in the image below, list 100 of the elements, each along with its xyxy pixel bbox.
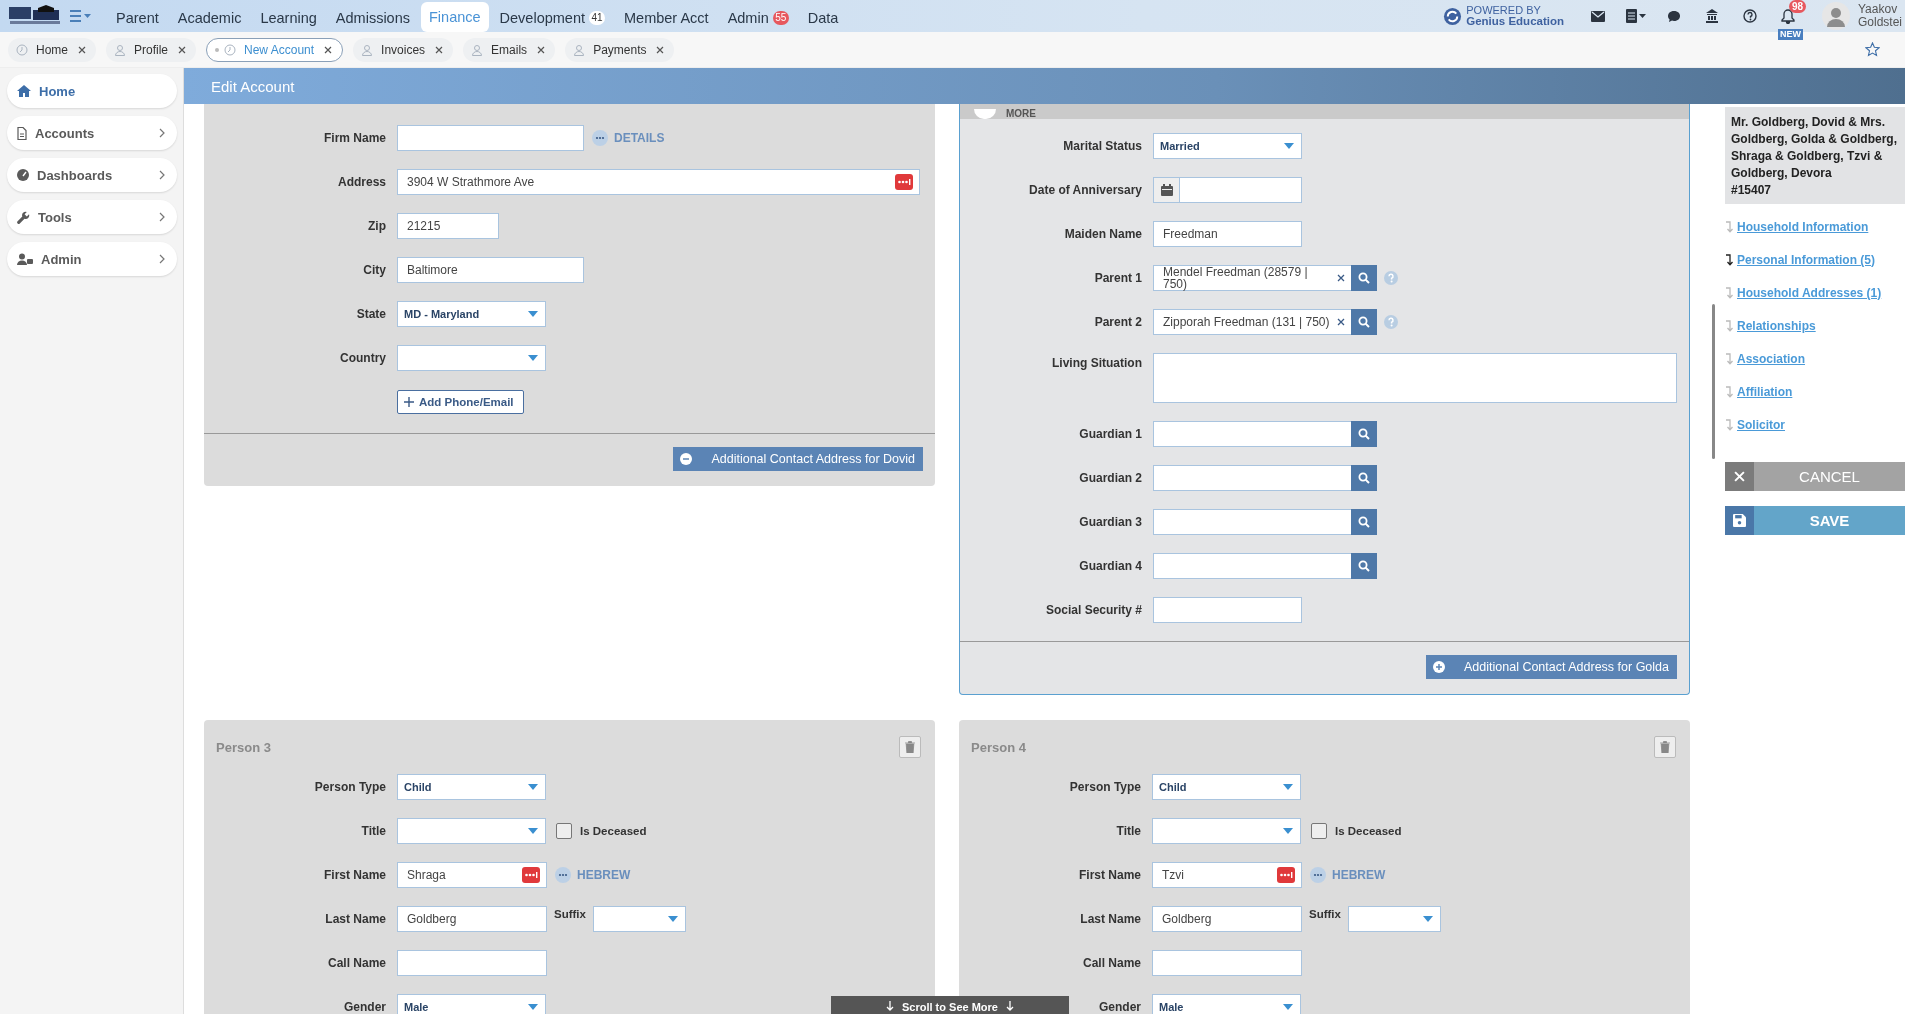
search-icon	[1358, 272, 1370, 284]
building-icon[interactable]	[1705, 9, 1719, 23]
close-icon[interactable]	[656, 45, 665, 54]
sidebar-item[interactable]: Accounts	[7, 116, 177, 150]
search-icon	[1358, 316, 1370, 328]
dropdown[interactable]: Male	[397, 994, 546, 1014]
document-menu-icon[interactable]	[1625, 9, 1647, 23]
field-label: Guardian 2	[1078, 471, 1142, 485]
close-icon[interactable]	[435, 45, 444, 54]
lookup-field[interactable]: Zipporah Freedman (131 | 750)	[1153, 309, 1351, 335]
search-button[interactable]	[1351, 465, 1377, 491]
date-field[interactable]	[1153, 177, 1302, 203]
dropdown[interactable]: Child	[1152, 774, 1301, 800]
person-icon	[361, 43, 374, 56]
dropdown[interactable]: MD - Maryland	[397, 301, 546, 327]
caret-icon	[528, 311, 538, 317]
checkbox[interactable]	[1311, 823, 1327, 839]
bell-icon[interactable]	[1781, 8, 1795, 24]
open-tab[interactable]: Emails	[463, 37, 556, 62]
lookup-field[interactable]: Mendel Freedman (28579 | 750)	[1153, 265, 1351, 291]
more-toggle[interactable]: MORE	[1006, 108, 1036, 119]
open-tab[interactable]: Home	[8, 37, 96, 62]
person-title: Person 4	[971, 739, 1026, 755]
field-label: Parent 2	[1093, 315, 1142, 329]
text-field[interactable]	[1153, 597, 1302, 623]
nav-tab[interactable]: Academic	[169, 4, 250, 32]
delete-button[interactable]	[899, 736, 921, 758]
scroll-hint[interactable]: Scroll to See More	[831, 996, 1069, 1014]
count-badge: 41	[589, 11, 605, 25]
search-button[interactable]	[1351, 265, 1377, 291]
additional-address-button[interactable]: Additional Contact Address for Golda	[1426, 655, 1677, 679]
text-field[interactable]	[1152, 950, 1302, 976]
lookup-field[interactable]	[1153, 421, 1351, 447]
close-icon[interactable]	[78, 45, 86, 54]
address-field[interactable]: 3904 W Strathmore Ave	[397, 169, 920, 195]
search-button[interactable]	[1351, 509, 1377, 535]
field-label: State	[355, 307, 386, 321]
sidebar-item[interactable]: Home	[7, 74, 177, 108]
user-name[interactable]: Yaakov Goldstei	[1858, 3, 1905, 29]
add-phone-email-button[interactable]: Add Phone/Email	[397, 390, 524, 414]
dropdown[interactable]: Child	[397, 774, 546, 800]
more-options-icon[interactable]	[1277, 867, 1295, 883]
open-tab[interactable]: Payments	[565, 37, 675, 62]
search-button[interactable]	[1351, 309, 1377, 335]
trash-icon	[1660, 741, 1670, 753]
open-tab[interactable]: New Account	[206, 37, 344, 62]
search-icon	[1358, 516, 1370, 528]
text-field[interactable]: Goldberg	[397, 906, 547, 932]
text-field[interactable]: 21215	[397, 213, 499, 239]
calendar-icon[interactable]	[1160, 184, 1173, 196]
delete-button[interactable]	[1654, 736, 1676, 758]
nav-tab[interactable]: Admissions	[327, 4, 418, 32]
nav-tab[interactable]: Parent	[108, 4, 167, 32]
text-field[interactable]: Freedman	[1153, 221, 1302, 247]
nav-tab[interactable]: Learning	[252, 4, 325, 32]
sidebar-item[interactable]: Dashboards	[7, 158, 177, 192]
lookup-field[interactable]	[1153, 465, 1351, 491]
name-field[interactable]: Shraga	[397, 862, 547, 888]
lookup-field[interactable]	[1153, 509, 1351, 535]
mail-icon[interactable]	[1591, 10, 1605, 22]
lookup-field[interactable]	[1153, 553, 1351, 579]
field-label: Maiden Name	[1063, 227, 1142, 241]
text-field[interactable]: Goldberg	[1152, 906, 1302, 932]
field-label: Gender	[344, 1000, 386, 1014]
caret-icon	[1283, 1004, 1293, 1010]
nav-tab[interactable]: Admin 55	[719, 4, 797, 32]
more-options-icon[interactable]	[522, 867, 540, 883]
nav-tab[interactable]: Development 41	[491, 4, 613, 32]
text-field[interactable]	[397, 950, 547, 976]
chat-icon[interactable]	[1667, 9, 1681, 23]
avatar-icon[interactable]	[1822, 2, 1850, 30]
clear-icon[interactable]	[1337, 274, 1345, 282]
search-button[interactable]	[1351, 553, 1377, 579]
ellipsis-icon	[1310, 867, 1326, 883]
close-icon[interactable]	[324, 45, 333, 54]
dropdown[interactable]: Married	[1153, 133, 1302, 159]
additional-address-button[interactable]: Additional Contact Address for Dovid	[673, 447, 923, 471]
nav-tab[interactable]: Data	[799, 4, 847, 32]
open-tab[interactable]: Invoices	[353, 37, 454, 62]
star-icon[interactable]	[1865, 42, 1880, 57]
sidebar-item[interactable]: Tools	[7, 200, 177, 234]
text-field[interactable]: Baltimore	[397, 257, 584, 283]
caret-icon	[1283, 828, 1293, 834]
close-icon[interactable]	[178, 45, 187, 54]
text-field[interactable]	[397, 125, 584, 151]
nav-tab[interactable]: Member Acct	[616, 4, 717, 32]
open-tab[interactable]: Profile	[106, 37, 197, 62]
checkbox[interactable]	[556, 823, 572, 839]
close-icon[interactable]	[537, 45, 546, 54]
users-icon	[17, 253, 33, 265]
person-icon	[471, 43, 484, 56]
count-badge: 98	[1789, 0, 1807, 13]
name-field[interactable]: Tzvi	[1152, 862, 1302, 888]
help-icon[interactable]	[1743, 9, 1757, 23]
more-options-icon[interactable]	[895, 174, 913, 190]
sidebar-item[interactable]: Admin	[7, 242, 177, 276]
clear-icon[interactable]	[1337, 318, 1345, 326]
search-button[interactable]	[1351, 421, 1377, 447]
menu-icon[interactable]	[70, 10, 92, 22]
dropdown[interactable]: Male	[1152, 994, 1301, 1014]
